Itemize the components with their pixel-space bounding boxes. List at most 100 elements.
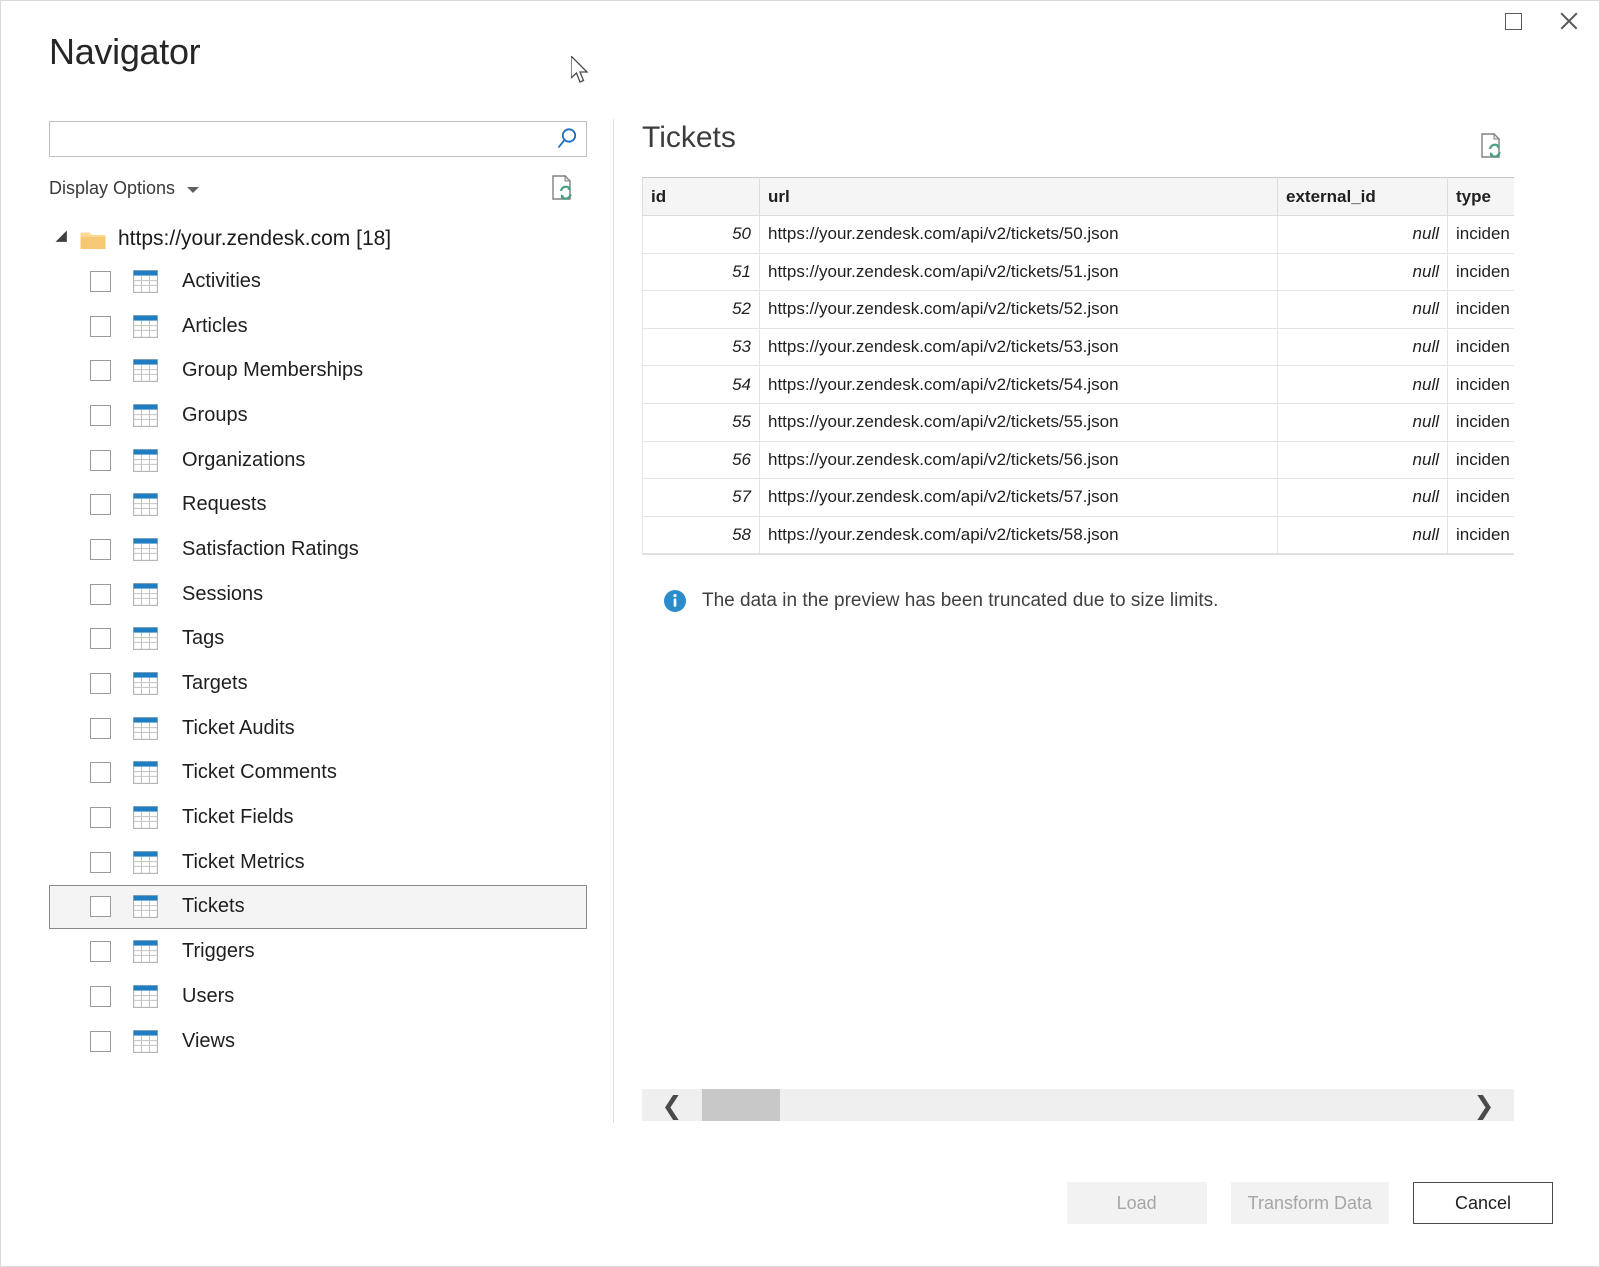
maximize-icon <box>1505 13 1522 30</box>
tree-item-checkbox[interactable] <box>90 807 111 828</box>
table-row[interactable]: 52https://your.zendesk.com/api/v2/ticket… <box>643 291 1515 329</box>
tree-item-ticket-audits[interactable]: Ticket Audits <box>49 706 587 751</box>
tree-item-label: Triggers <box>182 940 255 963</box>
table-icon <box>133 493 158 516</box>
tree-item-targets[interactable]: Targets <box>49 661 587 706</box>
cell-external-id: null <box>1278 516 1448 554</box>
tree-item-label: Ticket Metrics <box>182 851 305 874</box>
maximize-button[interactable] <box>1485 3 1541 39</box>
tree-item-triggers[interactable]: Triggers <box>49 929 587 974</box>
tree-item-checkbox[interactable] <box>90 539 111 560</box>
table-row[interactable]: 53https://your.zendesk.com/api/v2/ticket… <box>643 328 1515 366</box>
scrollbar-thumb[interactable] <box>702 1089 780 1121</box>
table-row[interactable]: 55https://your.zendesk.com/api/v2/ticket… <box>643 403 1515 441</box>
tree-item-requests[interactable]: Requests <box>49 482 587 527</box>
tree-item-label: Group Memberships <box>182 359 363 382</box>
tree-item-checkbox[interactable] <box>90 450 111 471</box>
tree-item-satisfaction-ratings[interactable]: Satisfaction Ratings <box>49 527 587 572</box>
tree-item-checkbox[interactable] <box>90 986 111 1007</box>
load-button[interactable]: Load <box>1067 1182 1207 1224</box>
tree-item-checkbox[interactable] <box>90 405 111 426</box>
preview-title: Tickets <box>642 121 736 155</box>
scroll-right-button[interactable]: ❯ <box>1454 1089 1514 1121</box>
tree-item-checkbox[interactable] <box>90 360 111 381</box>
tree-item-checkbox[interactable] <box>90 718 111 739</box>
cell-external-id: null <box>1278 403 1448 441</box>
display-options-row: Display Options <box>49 173 589 203</box>
column-header-id[interactable]: id <box>643 178 760 216</box>
tree-item-users[interactable]: Users <box>49 974 587 1019</box>
transform-data-button[interactable]: Transform Data <box>1231 1182 1389 1224</box>
tree-item-checkbox[interactable] <box>90 673 111 694</box>
tree-item-tags[interactable]: Tags <box>49 617 587 662</box>
cell-type: inciden <box>1448 403 1515 441</box>
tree-item-checkbox[interactable] <box>90 584 111 605</box>
tree-item-organizations[interactable]: Organizations <box>49 438 587 483</box>
tree-item-label: Views <box>182 1030 235 1053</box>
search-box[interactable] <box>49 121 587 157</box>
tree-item-views[interactable]: Views <box>49 1019 587 1064</box>
dialog-footer: Load Transform Data Cancel <box>1067 1182 1553 1224</box>
tree-item-checkbox[interactable] <box>90 852 111 873</box>
grid-body: 50https://your.zendesk.com/api/v2/ticket… <box>643 216 1515 554</box>
cell-type: inciden <box>1448 291 1515 329</box>
table-icon <box>133 851 158 874</box>
cell-id: 58 <box>643 516 760 554</box>
table-row[interactable]: 51https://your.zendesk.com/api/v2/ticket… <box>643 253 1515 291</box>
tree-item-sessions[interactable]: Sessions <box>49 572 587 617</box>
tree-item-checkbox[interactable] <box>90 1031 111 1052</box>
tree-item-checkbox[interactable] <box>90 896 111 917</box>
column-header-type[interactable]: type <box>1448 178 1515 216</box>
tree-item-ticket-fields[interactable]: Ticket Fields <box>49 795 587 840</box>
cell-id: 53 <box>643 328 760 366</box>
tree-item-label: Organizations <box>182 449 305 472</box>
tree-item-checkbox[interactable] <box>90 628 111 649</box>
cell-id: 54 <box>643 366 760 404</box>
scroll-left-button[interactable]: ❮ <box>642 1089 702 1121</box>
tree-item-checkbox[interactable] <box>90 941 111 962</box>
tree-item-tickets[interactable]: Tickets <box>49 885 587 930</box>
table-row[interactable]: 56https://your.zendesk.com/api/v2/ticket… <box>643 441 1515 479</box>
search-button[interactable] <box>548 122 586 156</box>
tree-item-group-memberships[interactable]: Group Memberships <box>49 348 587 393</box>
cell-id: 57 <box>643 479 760 517</box>
column-header-external-id[interactable]: external_id <box>1278 178 1448 216</box>
preview-refresh-button[interactable] <box>1474 129 1508 163</box>
cell-type: inciden <box>1448 441 1515 479</box>
scrollbar-track[interactable] <box>702 1089 1454 1121</box>
tree-item-checkbox[interactable] <box>90 271 111 292</box>
expander-collapse-icon[interactable] <box>56 231 73 248</box>
tree-item-ticket-metrics[interactable]: Ticket Metrics <box>49 840 587 885</box>
tree-item-label: Users <box>182 985 234 1008</box>
cell-url: https://your.zendesk.com/api/v2/tickets/… <box>760 328 1278 366</box>
table-row[interactable]: 58https://your.zendesk.com/api/v2/ticket… <box>643 516 1515 554</box>
display-options-dropdown[interactable]: Display Options <box>49 178 199 199</box>
page-title: Navigator <box>49 31 200 73</box>
preview-grid-container[interactable]: id url external_id type 50https://your.z… <box>642 177 1514 555</box>
preview-horizontal-scrollbar[interactable]: ❮ ❯ <box>642 1089 1514 1121</box>
truncation-notice-text: The data in the preview has been truncat… <box>702 590 1218 612</box>
table-row[interactable]: 54https://your.zendesk.com/api/v2/ticket… <box>643 366 1515 404</box>
table-row[interactable]: 57https://your.zendesk.com/api/v2/ticket… <box>643 479 1515 517</box>
info-icon <box>662 588 688 614</box>
tree-item-label: Requests <box>182 493 267 516</box>
table-row[interactable]: 50https://your.zendesk.com/api/v2/ticket… <box>643 216 1515 254</box>
column-header-url[interactable]: url <box>760 178 1278 216</box>
tree-item-groups[interactable]: Groups <box>49 393 587 438</box>
cell-type: inciden <box>1448 216 1515 254</box>
tree-item-activities[interactable]: Activities <box>49 259 587 304</box>
cell-type: inciden <box>1448 366 1515 404</box>
search-input[interactable] <box>50 123 548 155</box>
tree-item-checkbox[interactable] <box>90 494 111 515</box>
cancel-button[interactable]: Cancel <box>1413 1182 1553 1224</box>
tree-item-checkbox[interactable] <box>90 316 111 337</box>
tree-item-articles[interactable]: Articles <box>49 304 587 349</box>
object-tree: https://your.zendesk.com [18] Activities… <box>49 219 589 1063</box>
tree-item-ticket-comments[interactable]: Ticket Comments <box>49 751 587 796</box>
close-button[interactable] <box>1541 3 1597 39</box>
cell-type: inciden <box>1448 516 1515 554</box>
tree-item-checkbox[interactable] <box>90 762 111 783</box>
left-panel: Display Options <box>49 121 589 1121</box>
tree-root-node[interactable]: https://your.zendesk.com [18] <box>49 219 589 259</box>
refresh-preview-button[interactable] <box>545 171 579 205</box>
